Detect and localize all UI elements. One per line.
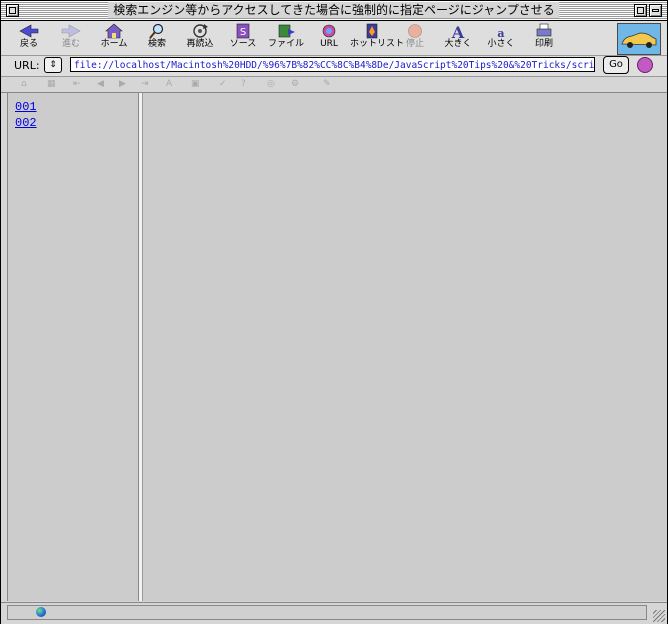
url-label: URL xyxy=(320,39,338,49)
larger-label: 大きく xyxy=(444,39,472,49)
nav-globe-icon[interactable]: ◎ xyxy=(267,79,275,89)
smaller-label: 小さく xyxy=(487,39,515,49)
url-bar: URL: ⇕ file://localhost/Macintosh%20HDD/… xyxy=(1,56,667,77)
url-icon xyxy=(322,24,336,38)
stop-button[interactable]: 停止 xyxy=(393,23,437,53)
search-button[interactable]: 検索 xyxy=(135,23,179,53)
nav-settings-icon[interactable]: ⚙ xyxy=(291,79,299,89)
browser-window: 検索エンジン等からアクセスしてきた場合に強制的に指定ページにジャンプさせる 戻る… xyxy=(0,0,668,624)
status-field xyxy=(7,605,647,620)
reload-icon xyxy=(193,24,208,38)
url-field-label: URL: xyxy=(14,59,40,72)
stop-label: 停止 xyxy=(405,39,424,49)
reload-button[interactable]: 再読込 xyxy=(178,23,222,53)
collapse-box[interactable] xyxy=(649,4,662,17)
reload-label: 再読込 xyxy=(186,39,214,49)
url-history-popup[interactable]: ⇕ xyxy=(44,57,62,73)
nav-grid-icon[interactable]: ▦ xyxy=(47,79,56,89)
link-001[interactable]: 001 xyxy=(15,100,37,114)
car-logo-icon xyxy=(621,32,657,48)
hotlist-button[interactable]: ホットリスト xyxy=(350,23,405,53)
nav-image-icon[interactable]: ▣ xyxy=(191,79,200,89)
url-input[interactable]: file://localhost/Macintosh%20HDD/%96%7B%… xyxy=(70,57,595,72)
browser-logo[interactable] xyxy=(617,23,661,55)
nav-prev-icon[interactable]: ◀ xyxy=(97,79,104,89)
file-icon xyxy=(278,24,295,38)
resize-grip[interactable] xyxy=(653,610,665,622)
nav-home-icon[interactable]: ⌂ xyxy=(21,79,27,89)
home-label: ホーム xyxy=(100,39,128,49)
toolbar: 戻る 進む ホーム 検索 再読込 S ソース ファイル URL ホットリスト 停… xyxy=(1,21,667,56)
go-button[interactable]: Go xyxy=(603,56,629,74)
nav-check-icon[interactable]: ✓ xyxy=(219,79,227,89)
smaller-text-icon: a xyxy=(497,27,504,39)
close-box[interactable] xyxy=(6,4,19,17)
svg-text:S: S xyxy=(240,27,246,38)
home-icon xyxy=(105,23,123,39)
stop-icon xyxy=(408,24,422,38)
nav-last-icon[interactable]: ⇥ xyxy=(141,79,149,89)
nav-next-icon[interactable]: ▶ xyxy=(119,79,126,89)
source-button[interactable]: S ソース xyxy=(221,23,265,53)
back-arrow-icon xyxy=(19,24,39,38)
source-label: ソース xyxy=(229,39,257,49)
home-button[interactable]: ホーム xyxy=(92,23,136,53)
link-002[interactable]: 002 xyxy=(15,116,37,130)
nav-font-icon[interactable]: A xyxy=(166,79,172,89)
print-label: 印刷 xyxy=(534,39,553,49)
file-button[interactable]: ファイル xyxy=(264,23,308,53)
smaller-button[interactable]: a 小さく xyxy=(479,23,523,53)
nav-first-icon[interactable]: ⇤ xyxy=(73,79,81,89)
title-bar[interactable]: 検索エンジン等からアクセスしてきた場合に強制的に指定ページにジャンプさせる xyxy=(1,1,667,21)
left-frame: 001 002 xyxy=(8,93,138,601)
smiley-icon[interactable] xyxy=(637,57,653,73)
frame-nav-bar: ⌂ ▦ ⇤ ◀ ▶ ⇥ A ▣ ✓ ? ◎ ⚙ ✎ xyxy=(1,77,667,93)
back-label: 戻る xyxy=(19,39,38,49)
globe-icon xyxy=(36,607,46,617)
magnifier-icon xyxy=(149,23,164,39)
hotlist-icon xyxy=(366,23,378,39)
forward-arrow-icon xyxy=(61,24,81,38)
status-bar xyxy=(1,602,667,624)
content-area: 001 002 xyxy=(7,93,648,601)
larger-text-icon: A xyxy=(451,23,465,39)
forward-label: 進む xyxy=(61,39,80,49)
scroll-gutter xyxy=(647,93,667,601)
nav-help-icon[interactable]: ? xyxy=(241,79,246,89)
zoom-box[interactable] xyxy=(634,4,647,17)
back-button[interactable]: 戻る xyxy=(7,23,51,53)
nav-pen-icon[interactable]: ✎ xyxy=(323,79,331,89)
file-label: ファイル xyxy=(267,39,304,49)
source-icon: S xyxy=(236,23,250,39)
svg-text:A: A xyxy=(451,23,465,39)
hotlist-label: ホットリスト xyxy=(350,39,405,49)
forward-button[interactable]: 進む xyxy=(49,23,93,53)
larger-button[interactable]: A 大きく xyxy=(436,23,480,53)
search-label: 検索 xyxy=(147,39,166,49)
right-frame xyxy=(143,93,648,601)
print-icon xyxy=(536,23,552,37)
print-button[interactable]: 印刷 xyxy=(522,23,566,53)
window-title: 検索エンジン等からアクセスしてきた場合に強制的に指定ページにジャンプさせる xyxy=(108,2,560,18)
svg-text:a: a xyxy=(497,27,504,39)
url-button[interactable]: URL xyxy=(307,23,351,53)
